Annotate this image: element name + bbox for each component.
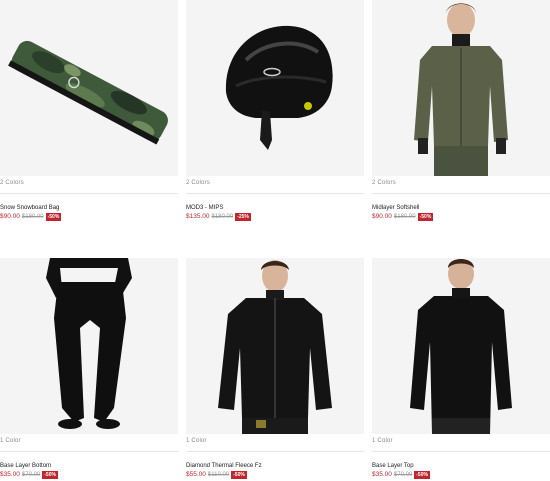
original-price: $180.00 — [21, 213, 44, 220]
sale-price: $35.00 — [0, 471, 20, 478]
sale-price: $90.00 — [0, 213, 20, 220]
product-image[interactable] — [0, 258, 178, 434]
divider — [372, 193, 550, 194]
product-name[interactable]: Snow Snowboard Bag — [0, 205, 59, 211]
original-price: $180.00 — [393, 213, 416, 220]
price-row: $90.00 $180.00 -50% — [372, 212, 434, 221]
color-count: 1 Color — [0, 438, 21, 444]
divider — [0, 451, 178, 452]
discount-badge: -50% — [417, 212, 434, 221]
discount-badge: -25% — [235, 212, 251, 221]
price-row: $35.00 $70.00 -50% — [372, 470, 430, 479]
price-row: $35.00 $70.00 -50% — [0, 470, 58, 479]
product-image[interactable] — [0, 0, 178, 176]
price-row: $90.00 $180.00 -50% — [0, 212, 62, 221]
original-price: $180.00 — [211, 213, 234, 220]
color-count: 2 Colors — [372, 180, 396, 186]
product-name[interactable]: MOD3 - MIPS — [186, 205, 223, 211]
color-count: 1 Color — [372, 438, 393, 444]
product-name[interactable]: Midlayer Softshell — [372, 205, 419, 211]
color-count: 2 Colors — [0, 180, 24, 186]
sale-price: $135.00 — [186, 213, 210, 220]
divider — [186, 451, 364, 452]
product-name[interactable]: Diamond Thermal Fleece Fz — [186, 463, 262, 469]
discount-badge: -50% — [231, 470, 247, 479]
sale-price: $35.00 — [372, 471, 392, 478]
original-price: $110.00 — [207, 471, 230, 478]
product-image[interactable] — [186, 0, 364, 176]
discount-badge: -50% — [42, 470, 58, 479]
divider — [186, 193, 364, 194]
product-name[interactable]: Base Layer Bottom — [0, 463, 51, 469]
original-price: $70.00 — [21, 471, 41, 478]
color-count: 2 Colors — [186, 180, 210, 186]
discount-badge: -50% — [45, 212, 62, 221]
divider — [372, 451, 550, 452]
price-row: $135.00 $180.00 -25% — [186, 212, 251, 221]
price-row: $55.00 $110.00 -50% — [186, 470, 247, 479]
product-image[interactable] — [372, 258, 550, 434]
sale-price: $90.00 — [372, 213, 392, 220]
sale-price: $55.00 — [186, 471, 206, 478]
product-image[interactable] — [372, 0, 550, 176]
product-image[interactable] — [186, 258, 364, 434]
divider — [0, 193, 178, 194]
product-name[interactable]: Base Layer Top — [372, 463, 414, 469]
original-price: $70.00 — [393, 471, 413, 478]
color-count: 1 Color — [186, 438, 207, 444]
product-grid: 2 Colors Snow Snowboard Bag $90.00 $180.… — [0, 0, 550, 481]
discount-badge: -50% — [414, 470, 430, 479]
